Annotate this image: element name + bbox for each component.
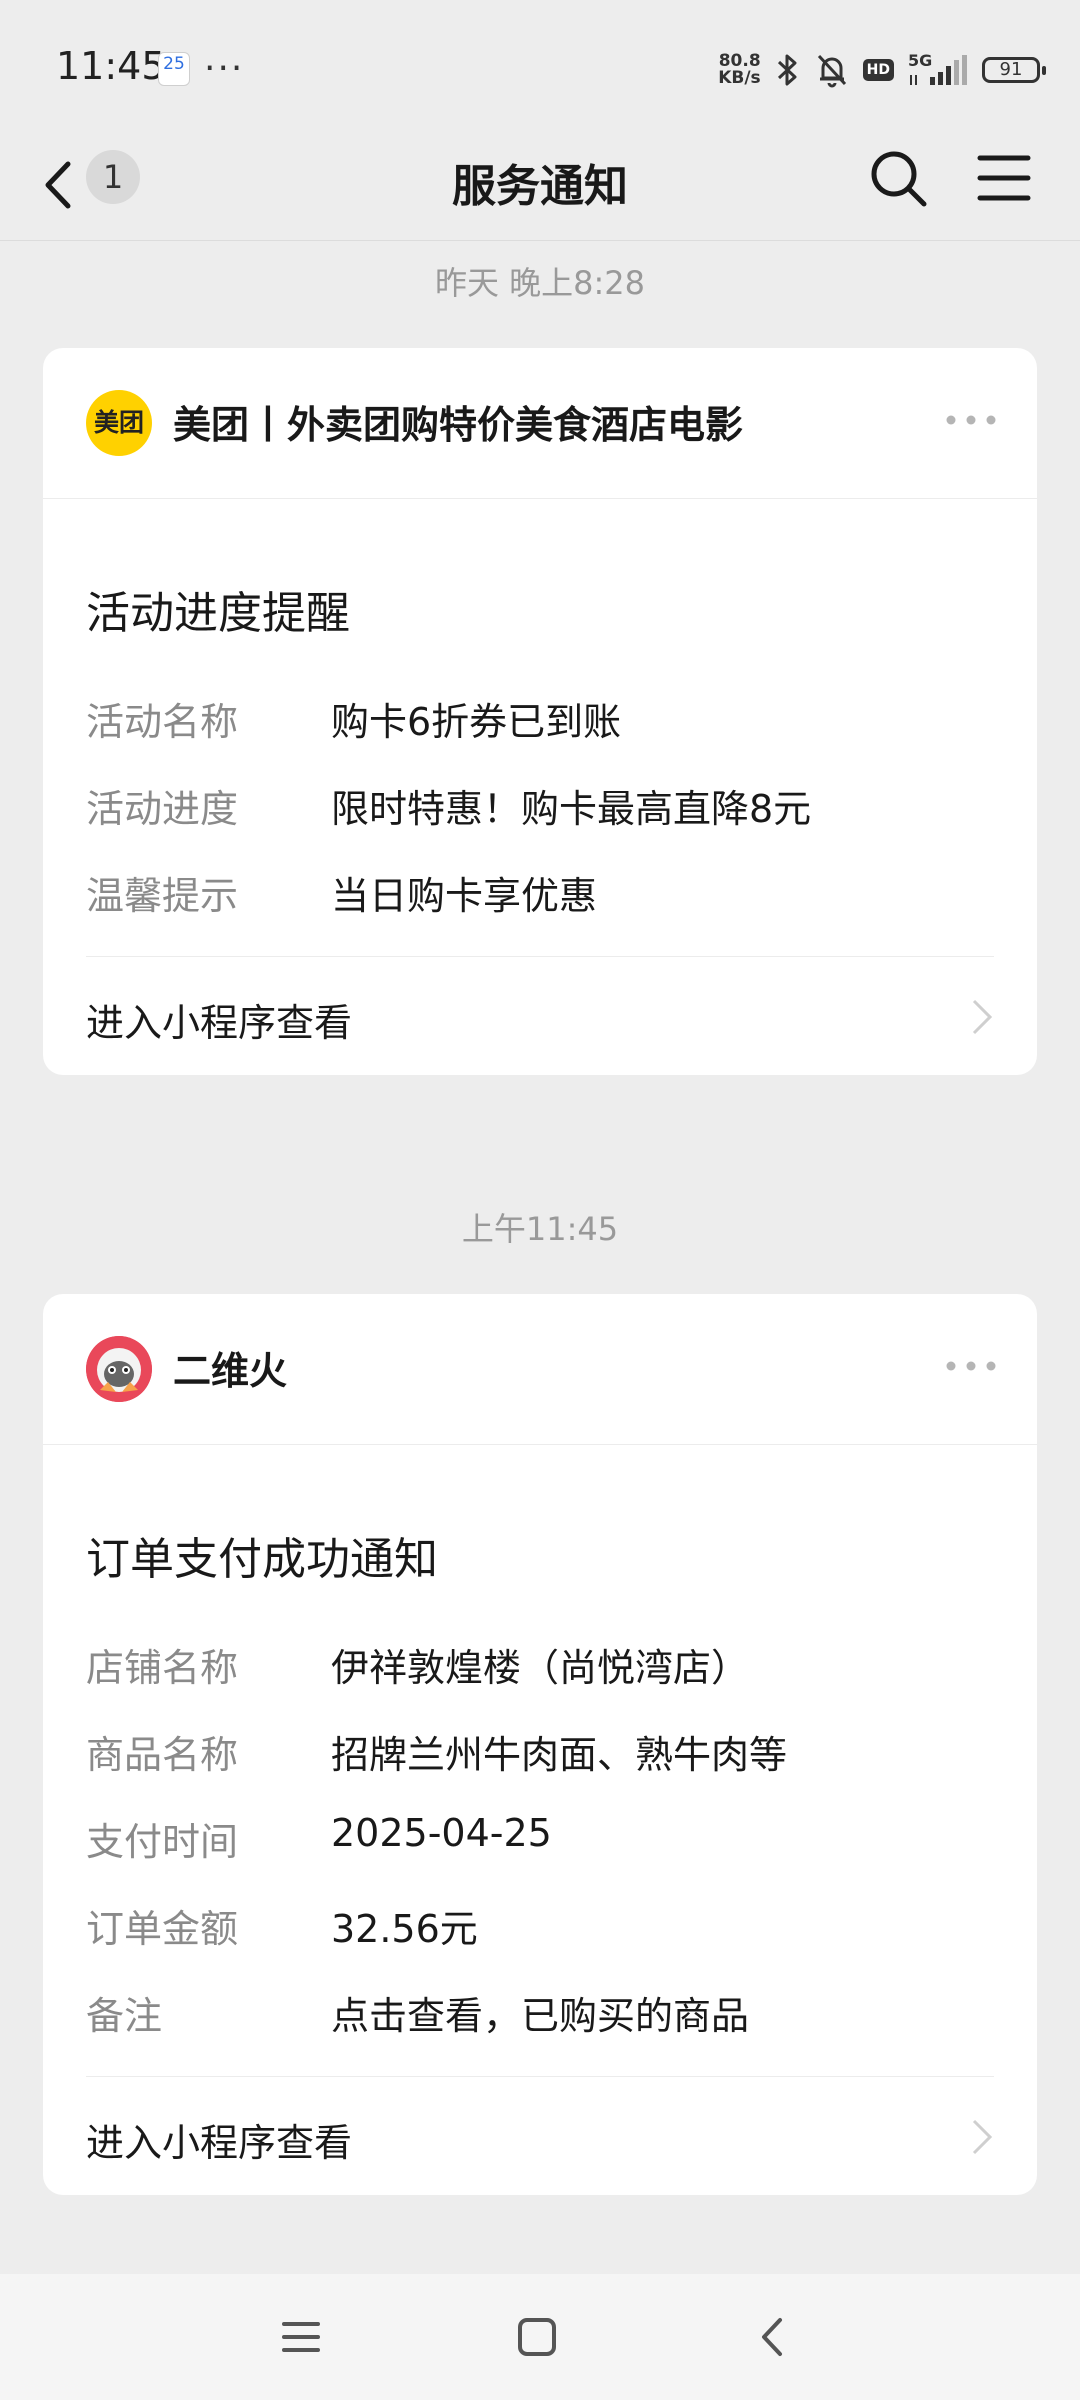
- recents-icon[interactable]: [278, 2314, 324, 2360]
- bluetooth-icon: [777, 54, 797, 86]
- battery-icon: 91: [982, 57, 1046, 83]
- sender-name[interactable]: 美团丨外卖团购特价美食酒店电影: [173, 394, 743, 449]
- notification-card-erweihuo[interactable]: 二维火 订单支付成功通知 店铺名称 伊祥敦煌楼（尚悦湾店） 商品名称 招牌兰州牛…: [43, 1294, 1037, 2195]
- detail-rows: 活动名称 购卡6折券已到账 活动进度 限时特惠！购卡最高直降8元 温馨提示 当日…: [86, 691, 994, 952]
- row-label: 温馨提示: [86, 874, 239, 918]
- chevron-right-icon: [972, 2119, 993, 2155]
- home-icon[interactable]: [514, 2314, 560, 2360]
- more-notifications-dots: ···: [204, 48, 245, 89]
- detail-row: 备注 点击查看，已购买的商品: [86, 1985, 994, 2072]
- erweihuo-logo-icon: [86, 1336, 152, 1402]
- row-value: 限时特惠！购卡最高直降8元: [331, 787, 812, 831]
- menu-icon[interactable]: [976, 148, 1032, 208]
- sender-name[interactable]: 二维火: [173, 1340, 287, 1395]
- more-options-icon[interactable]: [945, 410, 997, 430]
- card-body: 活动进度提醒 活动名称 购卡6折券已到账 活动进度 限时特惠！购卡最高直降8元 …: [43, 499, 1037, 952]
- notification-card-meituan[interactable]: 美团 美团丨外卖团购特价美食酒店电影 活动进度提醒 活动名称 购卡6折券已到账 …: [43, 348, 1037, 1075]
- card-header: 二维火: [43, 1294, 1037, 1445]
- net-speed-unit: KB/s: [718, 68, 761, 88]
- detail-row: 商品名称 招牌兰州牛肉面、熟牛肉等: [86, 1724, 994, 1811]
- row-label: 活动名称: [86, 700, 239, 744]
- open-mini-program-link[interactable]: 进入小程序查看: [86, 956, 994, 1075]
- status-time: 11:45: [56, 44, 166, 88]
- net-speed: 80.8 KB/s: [718, 53, 760, 87]
- row-value: 点击查看，已购买的商品: [331, 1994, 750, 2038]
- row-label: 支付时间: [86, 1820, 239, 1864]
- nav-bar: 1 服务通知: [0, 130, 1080, 241]
- open-mini-program-label: 进入小程序查看: [86, 1001, 353, 1045]
- status-bar: 11:45 25 ··· 80.8 KB/s HD 5G 91: [0, 0, 1080, 130]
- hd-icon: HD: [862, 59, 894, 81]
- row-value: 2025-04-25: [331, 1811, 552, 1855]
- row-label: 商品名称: [86, 1733, 239, 1777]
- signal-icon: 5G: [908, 51, 968, 87]
- row-label: 订单金额: [86, 1907, 239, 1951]
- detail-rows: 店铺名称 伊祥敦煌楼（尚悦湾店） 商品名称 招牌兰州牛肉面、熟牛肉等 支付时间 …: [86, 1637, 994, 2072]
- more-options-icon[interactable]: [945, 1356, 997, 1376]
- detail-row: 活动名称 购卡6折券已到账: [86, 691, 994, 778]
- chevron-right-icon: [972, 999, 993, 1035]
- notification-title: 活动进度提醒: [86, 588, 350, 639]
- detail-row: 店铺名称 伊祥敦煌楼（尚悦湾店）: [86, 1637, 994, 1724]
- detail-row: 温馨提示 当日购卡享优惠: [86, 865, 994, 952]
- system-back-icon[interactable]: [750, 2314, 796, 2360]
- detail-row: 活动进度 限时特惠！购卡最高直降8元: [86, 778, 994, 865]
- battery-level: 91: [999, 59, 1023, 80]
- row-value: 伊祥敦煌楼（尚悦湾店）: [331, 1646, 750, 1690]
- status-icons: 80.8 KB/s HD 5G 91: [718, 50, 1046, 90]
- detail-row: 支付时间 2025-04-25: [86, 1811, 994, 1898]
- notification-title: 订单支付成功通知: [86, 1534, 438, 1585]
- system-navigation-bar: [0, 2274, 1080, 2400]
- search-icon[interactable]: [866, 146, 930, 210]
- row-value: 32.56元: [331, 1907, 478, 1951]
- meituan-logo-icon: 美团: [86, 390, 152, 456]
- mute-bell-icon: [817, 54, 846, 88]
- row-value: 购卡6折券已到账: [331, 700, 622, 744]
- row-label: 备注: [86, 1994, 163, 2038]
- row-value: 招牌兰州牛肉面、熟牛肉等: [331, 1733, 788, 1777]
- calendar-day: 25: [163, 54, 185, 74]
- row-value: 当日购卡享优惠: [331, 874, 598, 918]
- card-body: 订单支付成功通知 店铺名称 伊祥敦煌楼（尚悦湾店） 商品名称 招牌兰州牛肉面、熟…: [43, 1445, 1037, 2072]
- calendar-icon: 25: [158, 52, 190, 86]
- message-timestamp: 昨天 晚上8:28: [434, 264, 646, 302]
- row-label: 店铺名称: [86, 1646, 239, 1690]
- message-timestamp: 上午11:45: [461, 1210, 619, 1248]
- open-mini-program-label: 进入小程序查看: [86, 2121, 353, 2165]
- open-mini-program-link[interactable]: 进入小程序查看: [86, 2076, 994, 2195]
- card-header: 美团 美团丨外卖团购特价美食酒店电影: [43, 348, 1037, 499]
- row-label: 活动进度: [86, 787, 239, 831]
- detail-row: 订单金额 32.56元: [86, 1898, 994, 1985]
